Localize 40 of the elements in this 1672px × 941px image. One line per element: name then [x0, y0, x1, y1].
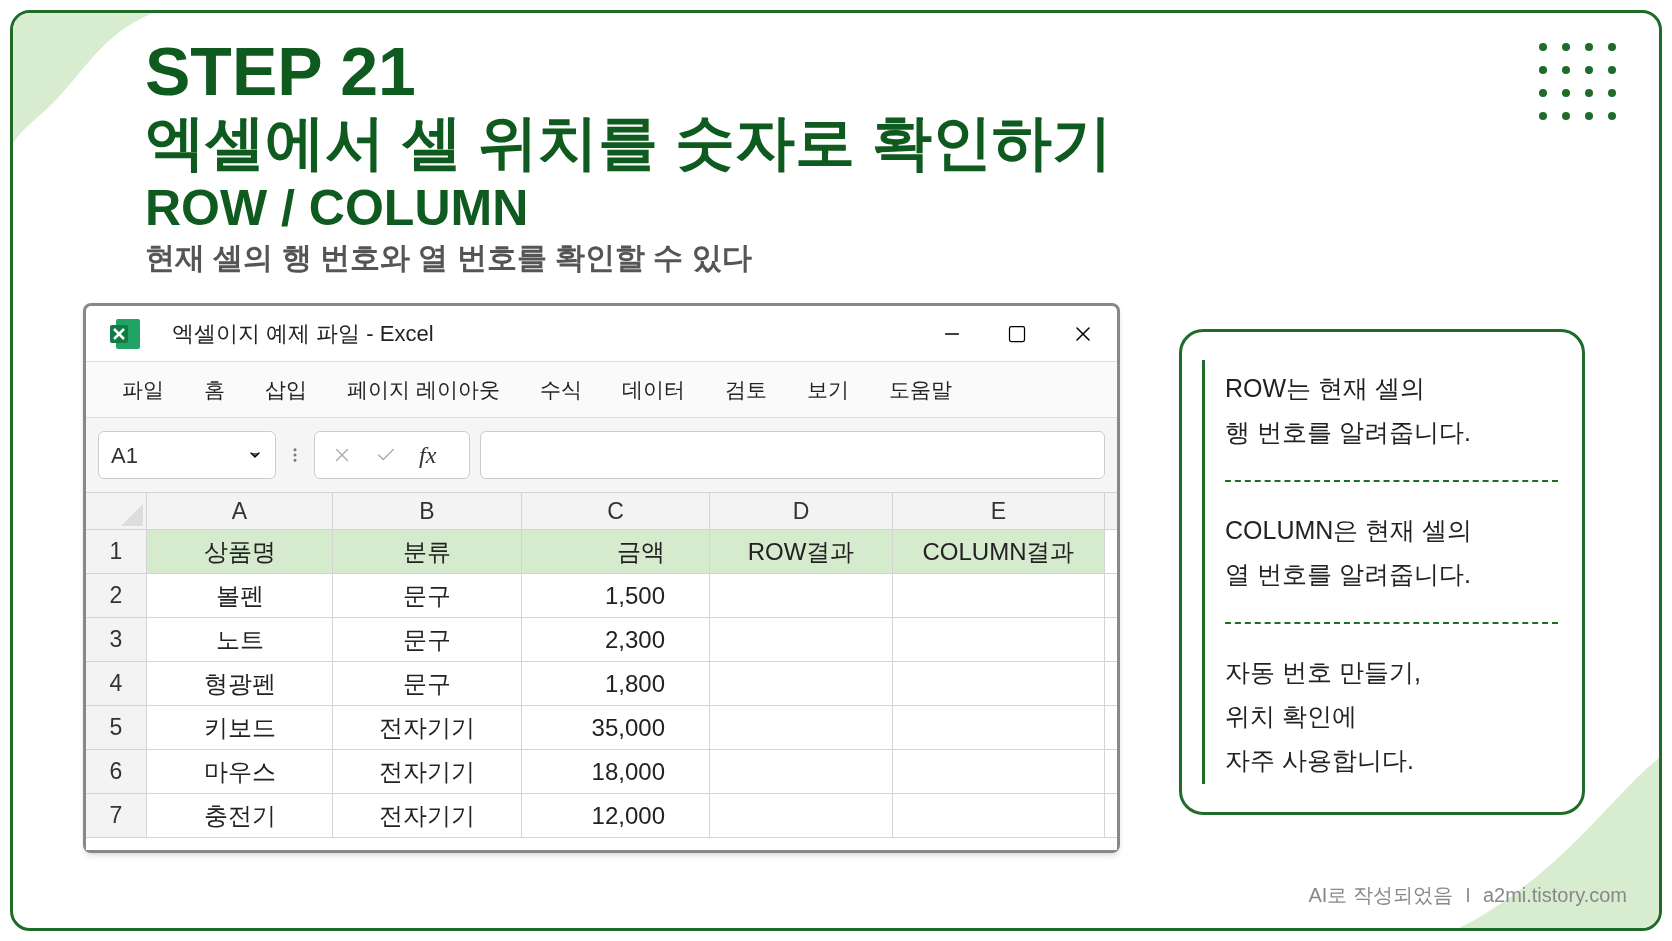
- menu-item[interactable]: 도움말: [888, 373, 952, 406]
- note-text: 자동 번호 만들기, 위치 확인에 자주 사용합니다.: [1225, 657, 1421, 776]
- column-header[interactable]: D: [710, 493, 893, 529]
- note-text: COLUMN은 현재 셀의 열 번호를 알려줍니다.: [1225, 515, 1473, 590]
- heading: 엑셀에서 셀 위치를 숫자로 확인하기: [145, 108, 1112, 178]
- window-title: 엑셀이지 예제 파일 - Excel: [172, 320, 434, 348]
- row-header[interactable]: 5: [86, 706, 147, 749]
- menu-item[interactable]: 보기: [806, 373, 849, 406]
- table-cell: COLUMN결과: [893, 530, 1105, 573]
- table-cell: 분류: [333, 530, 522, 573]
- step-title: STEP 21: [145, 35, 416, 107]
- column-header[interactable]: E: [893, 493, 1105, 529]
- table-cell: 상품명: [147, 530, 333, 573]
- menu-item[interactable]: 수식: [539, 373, 582, 406]
- row-header[interactable]: 4: [86, 662, 147, 705]
- row-header[interactable]: 3: [86, 618, 147, 661]
- menu-item[interactable]: 페이지 레이아웃: [347, 373, 500, 406]
- note-text: ROW는 현재 셀의 행 번호를 알려줍니다.: [1225, 373, 1471, 448]
- menu-item[interactable]: 홈: [204, 373, 225, 406]
- menu-item[interactable]: 파일: [122, 373, 164, 406]
- column-header[interactable]: A: [147, 493, 333, 529]
- formula-input[interactable]: [480, 431, 1105, 479]
- row-header[interactable]: 1: [86, 530, 147, 573]
- row-header[interactable]: 7: [86, 794, 147, 837]
- column-header[interactable]: C: [522, 493, 710, 529]
- menu-item[interactable]: 검토: [724, 373, 767, 406]
- maximize-icon[interactable]: [1007, 323, 1027, 344]
- row-header[interactable]: 6: [86, 750, 147, 793]
- subheading: ROW / COLUMN: [145, 179, 529, 237]
- insert-function-button[interactable]: fx: [419, 437, 437, 473]
- menu-item[interactable]: 삽입: [265, 373, 307, 406]
- row-header[interactable]: 2: [86, 574, 147, 617]
- column-header[interactable]: B: [333, 493, 522, 529]
- menu-item[interactable]: 데이터: [621, 373, 685, 406]
- spreadsheet-logo-icon: [108, 316, 142, 351]
- table-cell: ROW결과: [710, 530, 893, 573]
- table-cell: 금액: [522, 530, 710, 573]
- name-box[interactable]: A1: [98, 431, 276, 479]
- description: 현재 셀의 행 번호와 열 번호를 확인할 수 있다: [145, 240, 752, 276]
- credit-text: AI로 작성되었음: [1308, 883, 1453, 908]
